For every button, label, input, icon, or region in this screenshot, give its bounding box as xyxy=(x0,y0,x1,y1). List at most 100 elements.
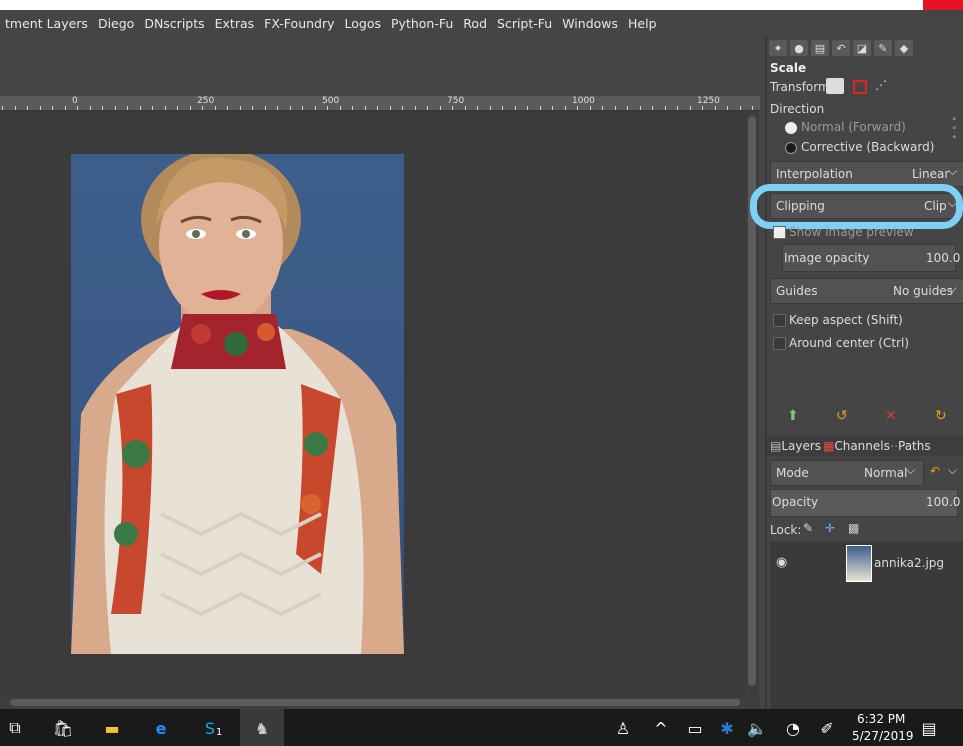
close-button[interactable] xyxy=(923,0,963,10)
transform-path-icon[interactable]: ⋰ xyxy=(875,78,887,92)
ruler-tick xyxy=(514,106,516,110)
paint-tab-icon[interactable]: ✎ xyxy=(874,40,892,56)
horizontal-scroll-thumb[interactable] xyxy=(10,699,740,706)
show-preview-label[interactable]: Show image preview xyxy=(789,225,914,239)
ruler-label: 1250 xyxy=(697,96,720,106)
lock-alpha-icon[interactable]: ▩ xyxy=(848,521,859,535)
skype-badge: 1 xyxy=(216,727,223,738)
tab-channels[interactable]: ▦Channels xyxy=(823,439,890,453)
menu-item[interactable]: Diego xyxy=(93,16,139,31)
opacity-value: 100.0 xyxy=(926,495,961,509)
around-center-label[interactable]: Around center (Ctrl) xyxy=(789,336,909,350)
volume-icon[interactable]: 🔈 xyxy=(746,717,768,739)
notification-icon[interactable]: ▤ xyxy=(918,717,940,739)
ruler-tick xyxy=(739,106,741,110)
ruler-tick xyxy=(39,106,41,110)
ruler-label: 0 xyxy=(72,96,78,106)
image-tab-icon[interactable]: ↶ xyxy=(832,40,850,56)
direction-normal-label[interactable]: Normal (Forward) xyxy=(801,120,906,134)
ruler-tick xyxy=(727,106,728,110)
layer-thumbnail[interactable] xyxy=(846,545,872,582)
portrait-image[interactable] xyxy=(71,154,404,654)
lock-position-icon[interactable]: ✛ xyxy=(825,521,835,535)
wifi-icon[interactable]: ◔ xyxy=(782,717,804,739)
pen-icon[interactable]: ✐ xyxy=(816,717,838,739)
file-explorer-icon[interactable]: ▬ xyxy=(101,717,123,739)
save-options-icon[interactable]: ⬆ xyxy=(787,408,799,424)
menu-item[interactable]: DNscripts xyxy=(139,16,209,31)
ruler-tick xyxy=(614,106,616,110)
menu-item[interactable]: FX-Foundry xyxy=(259,16,339,31)
restore-options-icon[interactable]: ↺ xyxy=(836,408,848,424)
show-preview-checkbox[interactable] xyxy=(773,226,786,239)
direction-corrective-label[interactable]: Corrective (Backward) xyxy=(801,140,934,154)
menu-item[interactable]: Python-Fu xyxy=(386,16,458,31)
ruler-tick xyxy=(664,106,666,110)
ruler-tick xyxy=(164,106,166,110)
keep-aspect-checkbox[interactable] xyxy=(773,314,786,327)
ruler-label: 1000 xyxy=(572,96,595,106)
ruler-tick xyxy=(402,106,403,110)
guides-label: Guides xyxy=(776,284,818,298)
ruler-tick xyxy=(177,106,178,110)
people-icon[interactable]: ♙ xyxy=(612,717,634,739)
tab-layers[interactable]: ▤Layers xyxy=(770,439,821,453)
delete-options-icon[interactable]: ✕ xyxy=(885,408,897,424)
transform-layer-icon[interactable] xyxy=(826,78,844,94)
direction-normal-radio[interactable] xyxy=(785,122,797,134)
menu-item[interactable]: Help xyxy=(623,16,662,31)
menu-item[interactable]: Script-Fu xyxy=(492,16,557,31)
ruler-tick xyxy=(352,106,353,110)
menu-item[interactable]: Logos xyxy=(340,16,387,31)
pattern-tab-icon[interactable]: ◆ xyxy=(895,40,913,56)
ruler-tick xyxy=(414,106,416,110)
ruler-tick xyxy=(202,106,203,110)
ruler-label: 750 xyxy=(447,96,465,106)
edge-icon[interactable]: e xyxy=(150,717,172,739)
menu-item[interactable]: Windows xyxy=(557,16,623,31)
menu-item[interactable]: Rod xyxy=(458,16,492,31)
lock-pixels-icon[interactable]: ✎ xyxy=(803,521,813,535)
ruler-tick xyxy=(52,106,53,110)
dropbox-icon[interactable]: ✱ xyxy=(716,717,738,739)
ruler-tick xyxy=(389,106,391,110)
menu-item[interactable]: tment Layers xyxy=(0,16,93,31)
direction-corrective-radio[interactable] xyxy=(785,142,797,154)
transform-selection-icon[interactable] xyxy=(853,80,867,94)
chevron-down-icon: ⌵ xyxy=(948,281,958,295)
horizontal-ruler[interactable]: 0 250 500 750 1000 1250 xyxy=(0,96,760,111)
clock-time[interactable]: 6:32 PM xyxy=(857,712,905,726)
ruler-tick xyxy=(702,106,703,110)
chevron-down-icon[interactable]: ⌵ xyxy=(948,463,957,478)
brush-tab-icon[interactable]: ◪ xyxy=(853,40,871,56)
ruler-tick xyxy=(227,106,228,110)
tab-paths[interactable]: ⋯Paths xyxy=(886,439,931,453)
undo-history-icon[interactable]: ▤ xyxy=(811,40,829,56)
chevron-up-icon[interactable]: ^ xyxy=(650,717,672,739)
keep-aspect-label[interactable]: Keep aspect (Shift) xyxy=(789,313,903,327)
store-icon[interactable]: 🛍 xyxy=(52,717,74,739)
layers-list-empty xyxy=(770,584,963,709)
ruler-tick xyxy=(214,106,216,110)
mode-reset-icon[interactable]: ↶ xyxy=(930,464,940,478)
annotation-highlight xyxy=(750,184,963,229)
lock-label: Lock: xyxy=(770,523,802,537)
device-status-icon[interactable]: ● xyxy=(790,40,808,56)
eye-icon[interactable]: ◉ xyxy=(776,555,787,570)
chevron-down-icon: ⌵ xyxy=(948,164,958,178)
tool-title: Scale xyxy=(770,61,807,75)
tool-options-tab-icon[interactable]: ✦ xyxy=(769,40,787,56)
chain-icon[interactable]: ° ° ° xyxy=(952,118,957,145)
ruler-tick xyxy=(127,106,128,110)
battery-icon[interactable]: ▭ xyxy=(684,717,706,739)
clock-date[interactable]: 5/27/2019 xyxy=(852,729,914,743)
chevron-down-icon: ⌵ xyxy=(906,463,916,477)
around-center-checkbox[interactable] xyxy=(773,337,786,350)
ruler-tick xyxy=(189,106,191,110)
layer-name[interactable]: annika2.jpg xyxy=(874,556,944,570)
menu-item[interactable]: Extras xyxy=(210,16,260,31)
ruler-tick xyxy=(377,106,378,110)
ruler-tick xyxy=(489,106,491,110)
task-view-icon[interactable]: ⧉ xyxy=(4,717,26,739)
reset-options-icon[interactable]: ↻ xyxy=(935,408,947,424)
